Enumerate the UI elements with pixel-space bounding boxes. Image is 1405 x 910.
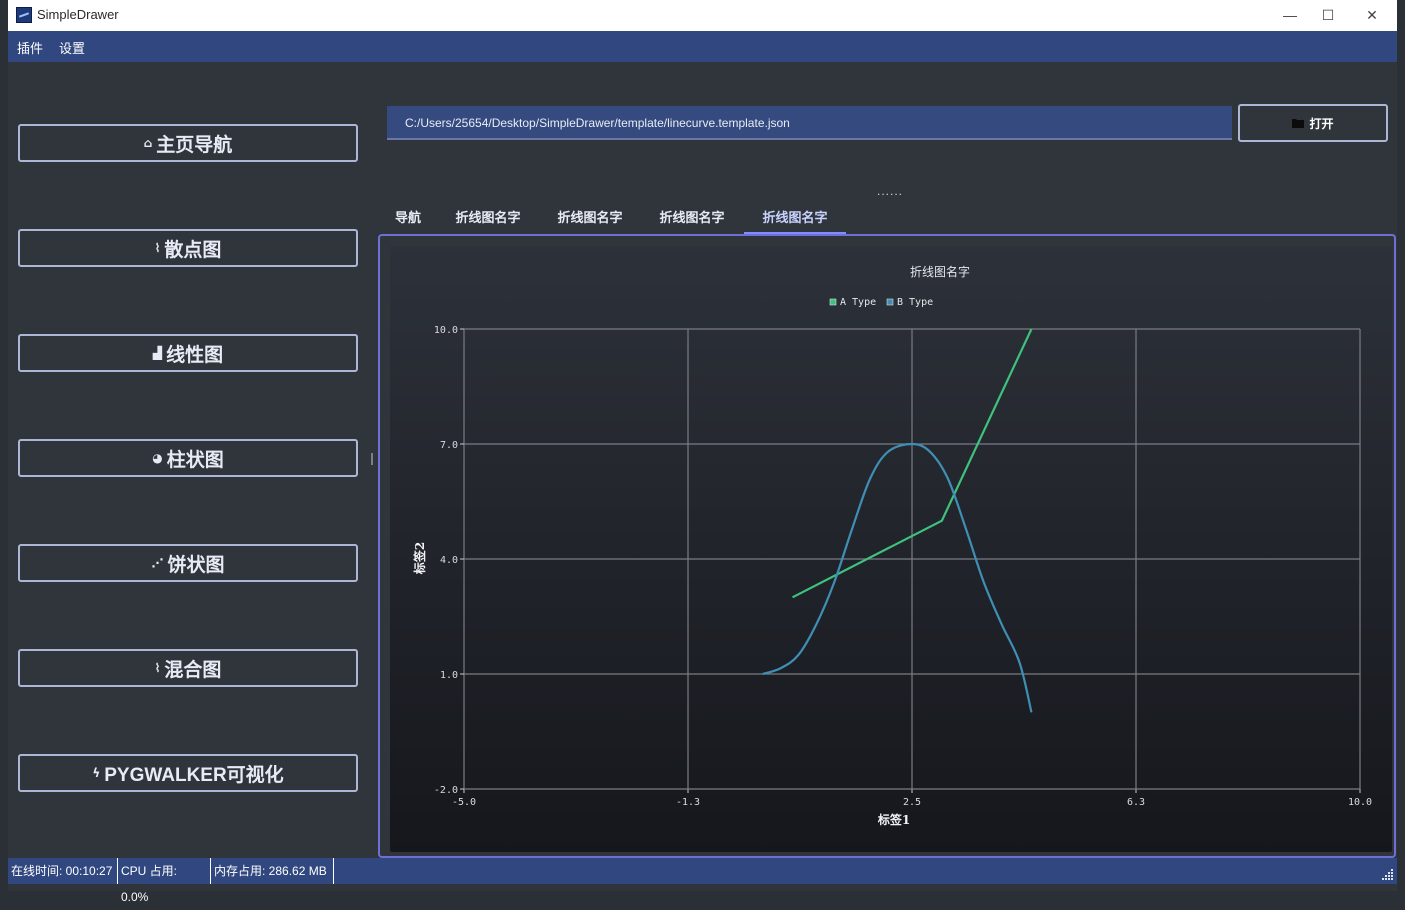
uptime-status: 在线时间: 00:10:27 (8, 858, 118, 884)
open-button[interactable]: 打开 (1238, 104, 1388, 142)
x-axis-label: 标签1 (877, 812, 910, 827)
nav-mixed-button[interactable]: ⌇ 混合图 (18, 649, 358, 687)
nav-mixed-label: 混合图 (164, 658, 222, 681)
x-tick-label-4: 10.0 (1348, 797, 1372, 808)
line-chart[interactable]: 折线图名字 A Type B Type -5.0 -1.3 2.5 6.3 10.0 10.0 7… (380, 236, 1394, 856)
x-tick-label-3: 6.3 (1127, 797, 1145, 808)
area-chart-icon: ⌇ (154, 661, 161, 675)
y-tick-label-1: 7.0 (440, 440, 458, 451)
menu-plugins[interactable]: 插件 (17, 38, 43, 57)
nav-pie-button[interactable]: ⋰ 饼状图 (18, 544, 358, 582)
status-bar: 在线时间: 00:10:27 CPU 占用: 0.0% 内存占用: 286.62… (8, 858, 1397, 904)
tab-line-chart-2[interactable]: 折线图名字 (542, 204, 638, 234)
nav-line-button[interactable]: ▟ 线性图 (18, 334, 358, 372)
memory-status: 内存占用: 286.62 MB (211, 858, 334, 884)
nav-pygwalker-label: PYGWALKER可视化 (104, 764, 284, 786)
y-tick-label-3: 1.0 (440, 670, 458, 681)
x-tick-label-0: -5.0 (452, 797, 476, 808)
line-chart-icon: ⌇ (154, 241, 161, 255)
nav-scatter-label: 散点图 (164, 238, 222, 261)
legend-swatch-1 (886, 298, 894, 306)
y-tick-label-2: 4.0 (440, 555, 458, 566)
resize-grip-icon[interactable] (1380, 867, 1394, 881)
scatter-chart-icon: ⋰ (151, 556, 164, 570)
y-tick-label-0: 10.0 (434, 325, 458, 336)
chart-title: 折线图名字 (910, 264, 970, 279)
title-bar: SimpleDrawer — ☐ ✕ (8, 0, 1397, 31)
nav-pie-label: 饼状图 (167, 553, 225, 576)
y-tick-label-4: -2.0 (434, 785, 458, 796)
open-button-label: 打开 (1309, 116, 1334, 131)
y-axis-label: 标签2 (412, 542, 427, 575)
home-icon: ⌂ (143, 136, 153, 150)
bar-chart-icon: ▟ (152, 346, 163, 360)
drag-dots[interactable]: ...... (877, 184, 903, 198)
tab-line-chart-1[interactable]: 折线图名字 (440, 204, 536, 234)
nav-scatter-button[interactable]: ⌇ 散点图 (18, 229, 358, 267)
pie-chart-icon: ◕ (152, 451, 163, 465)
splitter-handle[interactable] (371, 453, 373, 465)
menu-settings[interactable]: 设置 (59, 38, 85, 57)
window-title: SimpleDrawer (37, 7, 119, 22)
nav-bar-button[interactable]: ◕ 柱状图 (18, 439, 358, 477)
tab-line-chart-3[interactable]: 折线图名字 (644, 204, 740, 234)
folder-icon (1292, 119, 1305, 128)
bolt-icon: ϟ (92, 766, 101, 780)
tab-navigation[interactable]: 导航 (386, 204, 430, 234)
chart-panel: 折线图名字 A Type B Type -5.0 -1.3 2.5 6.3 10.0 10.0 7… (378, 234, 1396, 858)
maximize-button[interactable]: ☐ (1306, 0, 1350, 31)
nav-pygwalker-button[interactable]: ϟ PYGWALKER可视化 (18, 754, 358, 792)
legend-label-1: B Type (897, 297, 933, 308)
series-line-1 (762, 442, 1033, 713)
x-tick-label-2: 2.5 (903, 797, 921, 808)
close-button[interactable]: ✕ (1350, 0, 1394, 31)
cpu-status: CPU 占用: 0.0% (118, 858, 211, 904)
tab-line-chart-4[interactable]: 折线图名字 (744, 204, 846, 234)
nav-bar-label: 柱状图 (166, 448, 224, 471)
nav-line-label: 线性图 (166, 343, 224, 366)
menu-bar: 插件 设置 (8, 31, 1397, 62)
nav-home-button[interactable]: ⌂ 主页导航 (18, 124, 358, 162)
legend-label-0: A Type (840, 297, 876, 308)
app-logo-icon (16, 7, 32, 23)
main-window: SimpleDrawer — ☐ ✕ 插件 设置 ⌂ 主页导航 ⌇ 散点图 ▟ 线性图… (8, 0, 1397, 904)
legend-swatch-0 (829, 298, 837, 306)
x-tick-label-1: -1.3 (676, 797, 700, 808)
template-path-input[interactable]: C:/Users/25654/Desktop/SimpleDrawer/temp… (387, 106, 1232, 140)
nav-home-label: 主页导航 (156, 133, 233, 156)
